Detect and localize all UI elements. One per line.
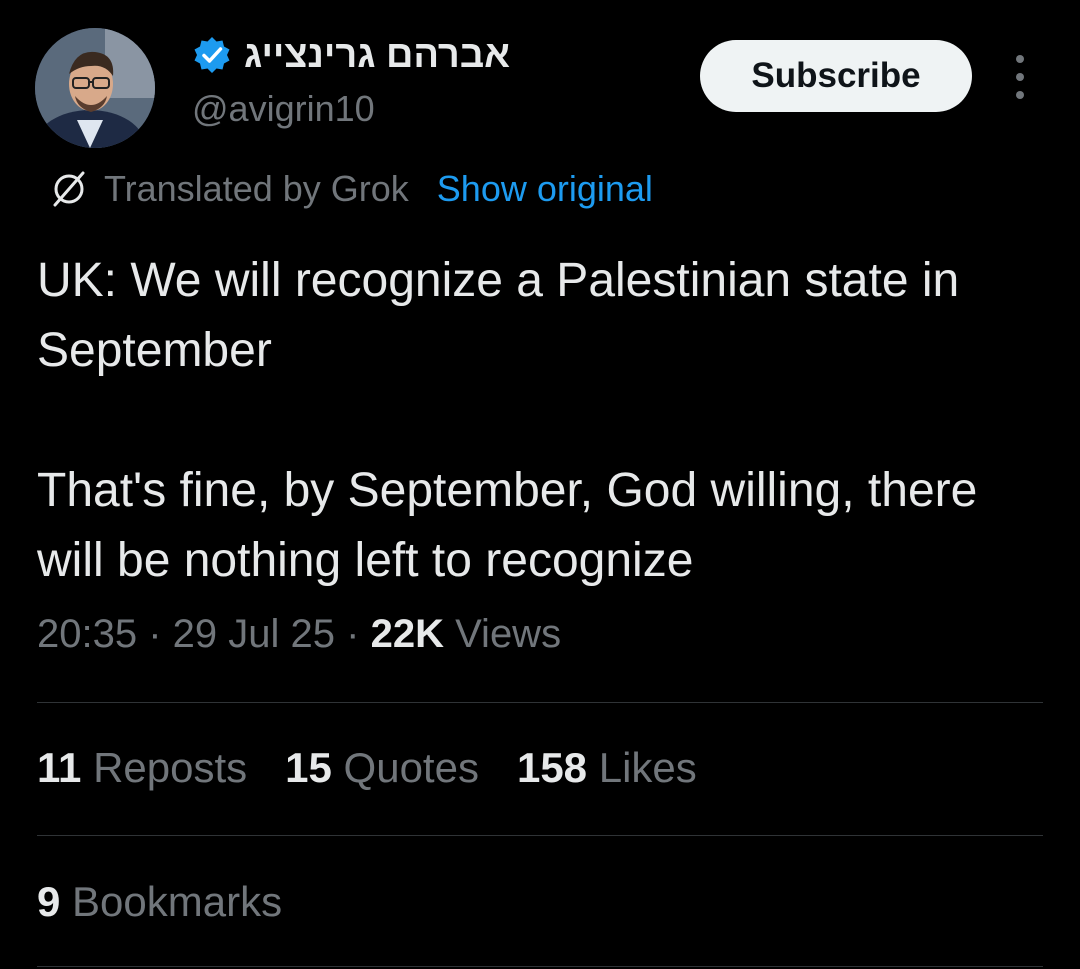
- tweet-time[interactable]: 20:35: [37, 612, 137, 656]
- translated-by-label: Translated by Grok: [104, 168, 409, 209]
- translation-bar: Translated by Grok Show original: [48, 166, 653, 212]
- divider: [37, 702, 1043, 703]
- views-label: Views: [455, 612, 562, 656]
- bookmarks-label: Bookmarks: [72, 878, 283, 925]
- views-count: 22K: [370, 612, 444, 656]
- reposts-count: 11: [37, 744, 82, 791]
- meta-separator: ·: [346, 612, 371, 656]
- reposts-link[interactable]: 11 Reposts: [37, 744, 247, 792]
- likes-count: 158: [516, 744, 588, 791]
- likes-label: Likes: [598, 744, 697, 791]
- reposts-label: Reposts: [93, 744, 248, 791]
- tweet-paragraph-2: That's fine, by September, God willing, …: [37, 464, 978, 587]
- tweet-meta: 20:35 · 29 Jul 25 · 22K Views: [37, 612, 561, 657]
- verified-badge-icon: [194, 37, 230, 73]
- divider: [37, 835, 1043, 836]
- translate-icon: [53, 171, 85, 207]
- more-vertical-icon[interactable]: [1008, 55, 1032, 99]
- meta-separator: ·: [148, 612, 173, 656]
- quotes-link[interactable]: 15 Quotes: [285, 744, 479, 792]
- bookmarks-link[interactable]: 9 Bookmarks: [37, 878, 282, 926]
- divider: [37, 966, 1043, 967]
- likes-link[interactable]: 158 Likes: [517, 744, 697, 792]
- tweet-paragraph-1: UK: We will recognize a Palestinian stat…: [37, 254, 960, 377]
- tweet-text: UK: We will recognize a Palestinian stat…: [37, 246, 1047, 596]
- show-original-link[interactable]: Show original: [437, 168, 653, 210]
- subscribe-button[interactable]: Subscribe: [700, 40, 972, 112]
- author-display-name[interactable]: אברהם גרינצייג: [244, 34, 510, 77]
- bookmarks-count: 9: [37, 878, 61, 925]
- avatar[interactable]: [35, 28, 155, 148]
- quotes-label: Quotes: [343, 744, 479, 791]
- tweet-date[interactable]: 29 Jul 25: [173, 612, 335, 656]
- quotes-count: 15: [285, 744, 332, 791]
- author-name-row[interactable]: אברהם גרינצייג: [192, 30, 510, 80]
- author-handle[interactable]: @avigrin10: [192, 88, 375, 130]
- engagement-stats: 11 Reposts 15 Quotes 158 Likes: [37, 744, 697, 792]
